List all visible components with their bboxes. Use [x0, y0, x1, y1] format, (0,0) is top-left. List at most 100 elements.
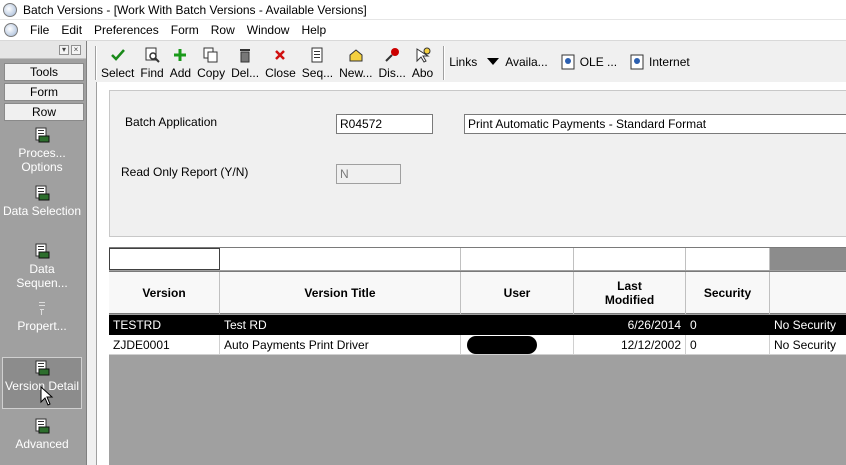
internet-button[interactable]: Internet — [629, 44, 690, 80]
report-icon — [34, 127, 50, 143]
about-button[interactable]: Abo — [412, 44, 433, 80]
exit-bar-form[interactable]: Form — [4, 83, 84, 101]
new-icon — [348, 47, 364, 63]
qbe-row — [109, 247, 846, 270]
document-icon — [560, 54, 576, 70]
menu-row[interactable]: Row — [205, 23, 241, 37]
find-button[interactable]: Find — [140, 44, 164, 80]
cell-security-description: No Security — [774, 318, 837, 332]
qbe-version-field[interactable] — [109, 248, 220, 270]
exit-data-sequencing[interactable]: Data Sequen... — [2, 243, 82, 290]
cell-version: TESTRD — [109, 315, 220, 335]
qbe-filler — [770, 248, 846, 270]
exit-label: Propert... — [17, 319, 67, 333]
sequence-icon — [309, 47, 325, 63]
cell-security: 0 — [686, 335, 770, 355]
toolbar-separator — [443, 46, 446, 80]
column-header-version-title[interactable]: Version Title — [220, 272, 461, 314]
ole-button[interactable]: OLE ... — [560, 44, 617, 80]
menu-file[interactable]: File — [24, 23, 55, 37]
report-icon — [34, 185, 50, 201]
batch-application-input[interactable]: R04572 — [336, 114, 433, 134]
available-label: Availa... — [505, 55, 548, 69]
qbe-last-modified-field[interactable] — [574, 248, 686, 270]
links-label: Links — [449, 55, 478, 69]
cell-last-modified: 12/12/2002 — [574, 335, 686, 355]
cell-last-modified: 6/26/2014 — [574, 315, 686, 335]
pane-close-icon[interactable]: × — [71, 45, 81, 55]
available-dropdown[interactable]: Availa... — [485, 44, 548, 80]
select-button[interactable]: Select — [101, 44, 134, 80]
exit-bar-row[interactable]: Row — [4, 103, 84, 121]
close-button[interactable]: Close — [265, 44, 296, 80]
pane-dropdown-icon[interactable]: ▾ — [59, 45, 69, 55]
add-button[interactable]: Add — [170, 44, 191, 80]
delete-button[interactable]: Del... — [231, 44, 259, 80]
internet-label: Internet — [649, 55, 690, 69]
report-icon — [34, 243, 50, 259]
checkmark-icon — [110, 47, 126, 63]
redaction-mark — [467, 317, 527, 327]
column-header-version[interactable]: Version — [109, 272, 220, 314]
qbe-title-field[interactable] — [220, 248, 461, 270]
sequence-label: Seq... — [301, 66, 334, 80]
menu-edit[interactable]: Edit — [55, 23, 88, 37]
find-icon — [144, 47, 160, 63]
column-header-last-modified[interactable]: Last Modified — [574, 272, 686, 314]
exit-label: Data Selection — [2, 204, 82, 218]
new-button[interactable]: New... — [339, 44, 373, 80]
display-label: Dis... — [378, 66, 406, 80]
menu-window[interactable]: Window — [241, 23, 296, 37]
app-icon — [3, 2, 17, 17]
exit-advanced[interactable]: Advanced — [2, 418, 82, 451]
dropdown-arrow-icon — [485, 54, 501, 70]
add-label: Add — [169, 66, 192, 80]
select-label: Select — [101, 66, 135, 80]
exit-pane-header: ▾ × — [0, 41, 86, 59]
window-title: Batch Versions - [Work With Batch Versio… — [23, 2, 367, 17]
about-label: Abo — [411, 66, 434, 80]
cell-security: 0 — [686, 315, 770, 335]
exit-bar-tools[interactable]: Tools — [4, 63, 84, 81]
mouse-cursor-icon — [40, 386, 54, 406]
column-header-security-description[interactable] — [770, 272, 846, 314]
close-x-icon — [272, 47, 288, 63]
internet-icon — [629, 54, 645, 70]
find-label: Find — [140, 66, 164, 80]
report-icon — [34, 360, 50, 376]
plus-icon — [172, 47, 188, 63]
batch-application-description: Print Automatic Payments - Standard Form… — [464, 114, 846, 134]
title-bar: Batch Versions - [Work With Batch Versio… — [0, 0, 846, 20]
sequence-button[interactable]: Seq... — [302, 44, 333, 80]
toolbar-separator — [95, 46, 97, 80]
qbe-security-field[interactable] — [686, 248, 770, 270]
redaction-mark — [467, 336, 537, 354]
menu-preferences[interactable]: Preferences — [88, 23, 165, 37]
copy-button[interactable]: Copy — [197, 44, 225, 80]
exit-properties[interactable]: Propert... — [2, 300, 82, 333]
display-button[interactable]: Dis... — [379, 44, 406, 80]
trash-icon — [237, 47, 253, 63]
menu-form[interactable]: Form — [165, 23, 205, 37]
delete-label: Del... — [231, 66, 260, 80]
menu-help[interactable]: Help — [295, 23, 332, 37]
qbe-user-field[interactable] — [461, 248, 574, 270]
exit-data-selection[interactable]: Data Selection — [2, 185, 82, 218]
properties-icon — [34, 300, 50, 316]
report-icon — [34, 418, 50, 434]
exit-processing-options[interactable]: Proces... Options — [2, 127, 82, 174]
grid-header-row: Version Version Title User Last Modified… — [109, 271, 846, 314]
column-header-security[interactable]: Security — [686, 272, 770, 314]
exit-label: Advanced — [15, 437, 69, 451]
system-menu-icon[interactable] — [4, 23, 18, 37]
about-icon — [415, 47, 431, 63]
versions-grid: Version Version Title User Last Modified… — [109, 247, 846, 465]
main-content: Batch Application R04572 Print Automatic… — [96, 82, 846, 465]
close-label: Close — [265, 66, 296, 80]
column-header-user[interactable]: User — [461, 272, 574, 314]
display-icon — [384, 47, 400, 63]
read-only-report-input: N — [336, 164, 401, 184]
exit-label: Proces... Options — [18, 146, 66, 174]
copy-icon — [203, 47, 219, 63]
cell-version: ZJDE0001 — [109, 335, 220, 355]
